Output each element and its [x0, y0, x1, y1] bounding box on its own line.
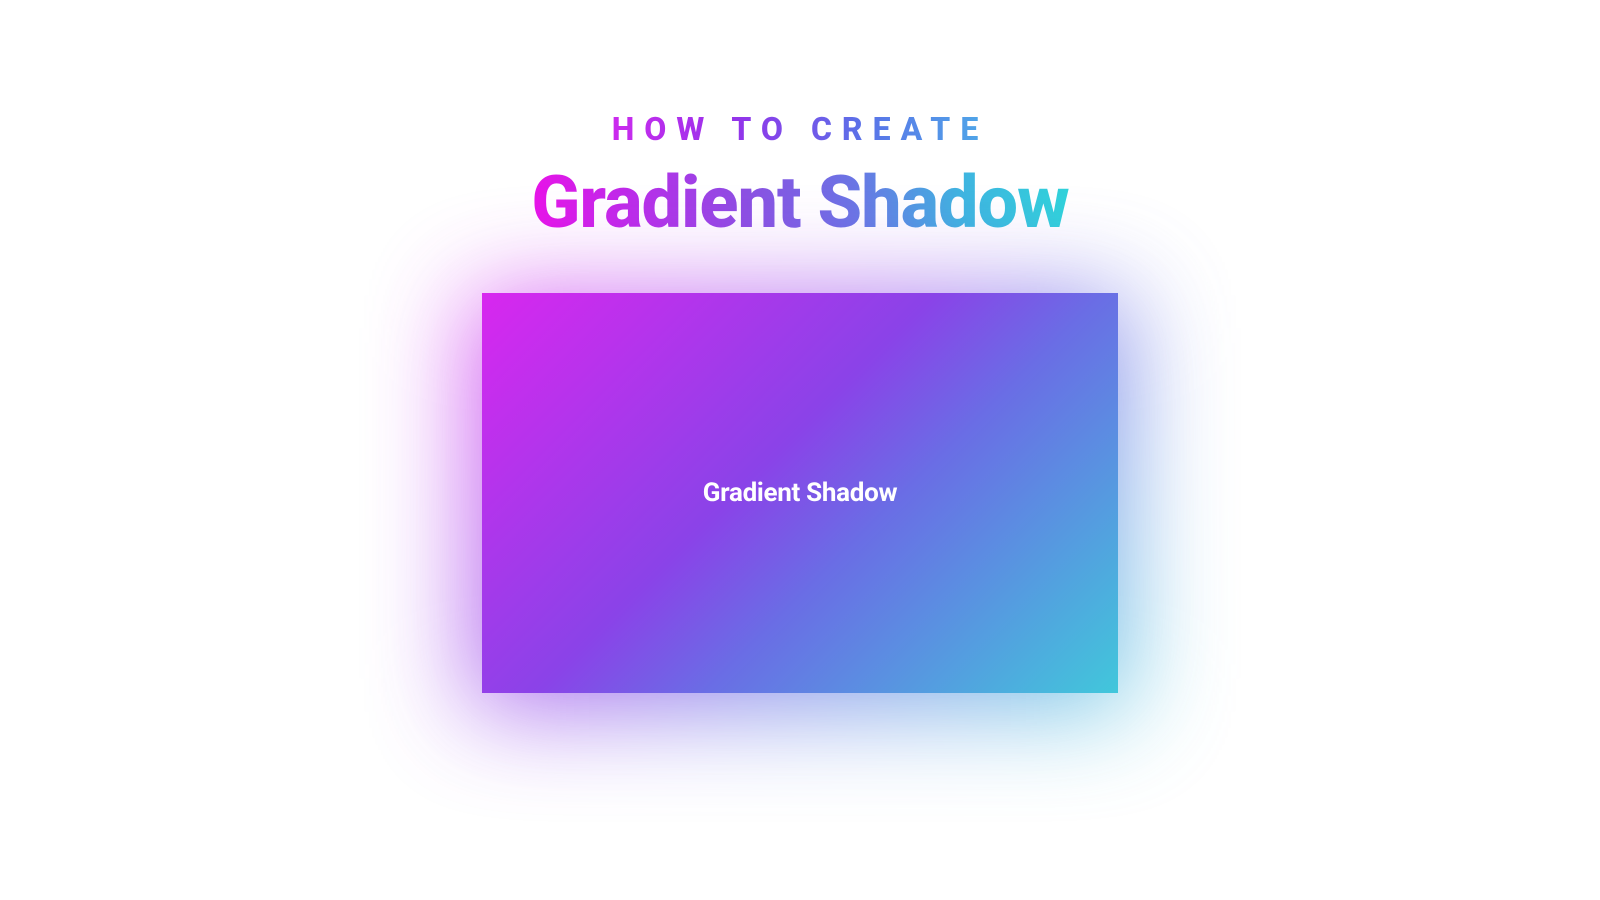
subtitle-text: HOW TO CREATE: [612, 110, 989, 148]
page-container: HOW TO CREATE Gradient Shadow Gradient S…: [0, 0, 1600, 693]
card-wrapper: Gradient Shadow: [482, 293, 1118, 693]
card-label: Gradient Shadow: [703, 478, 898, 508]
gradient-card: Gradient Shadow: [482, 293, 1118, 693]
title-text: Gradient Shadow: [531, 160, 1068, 245]
